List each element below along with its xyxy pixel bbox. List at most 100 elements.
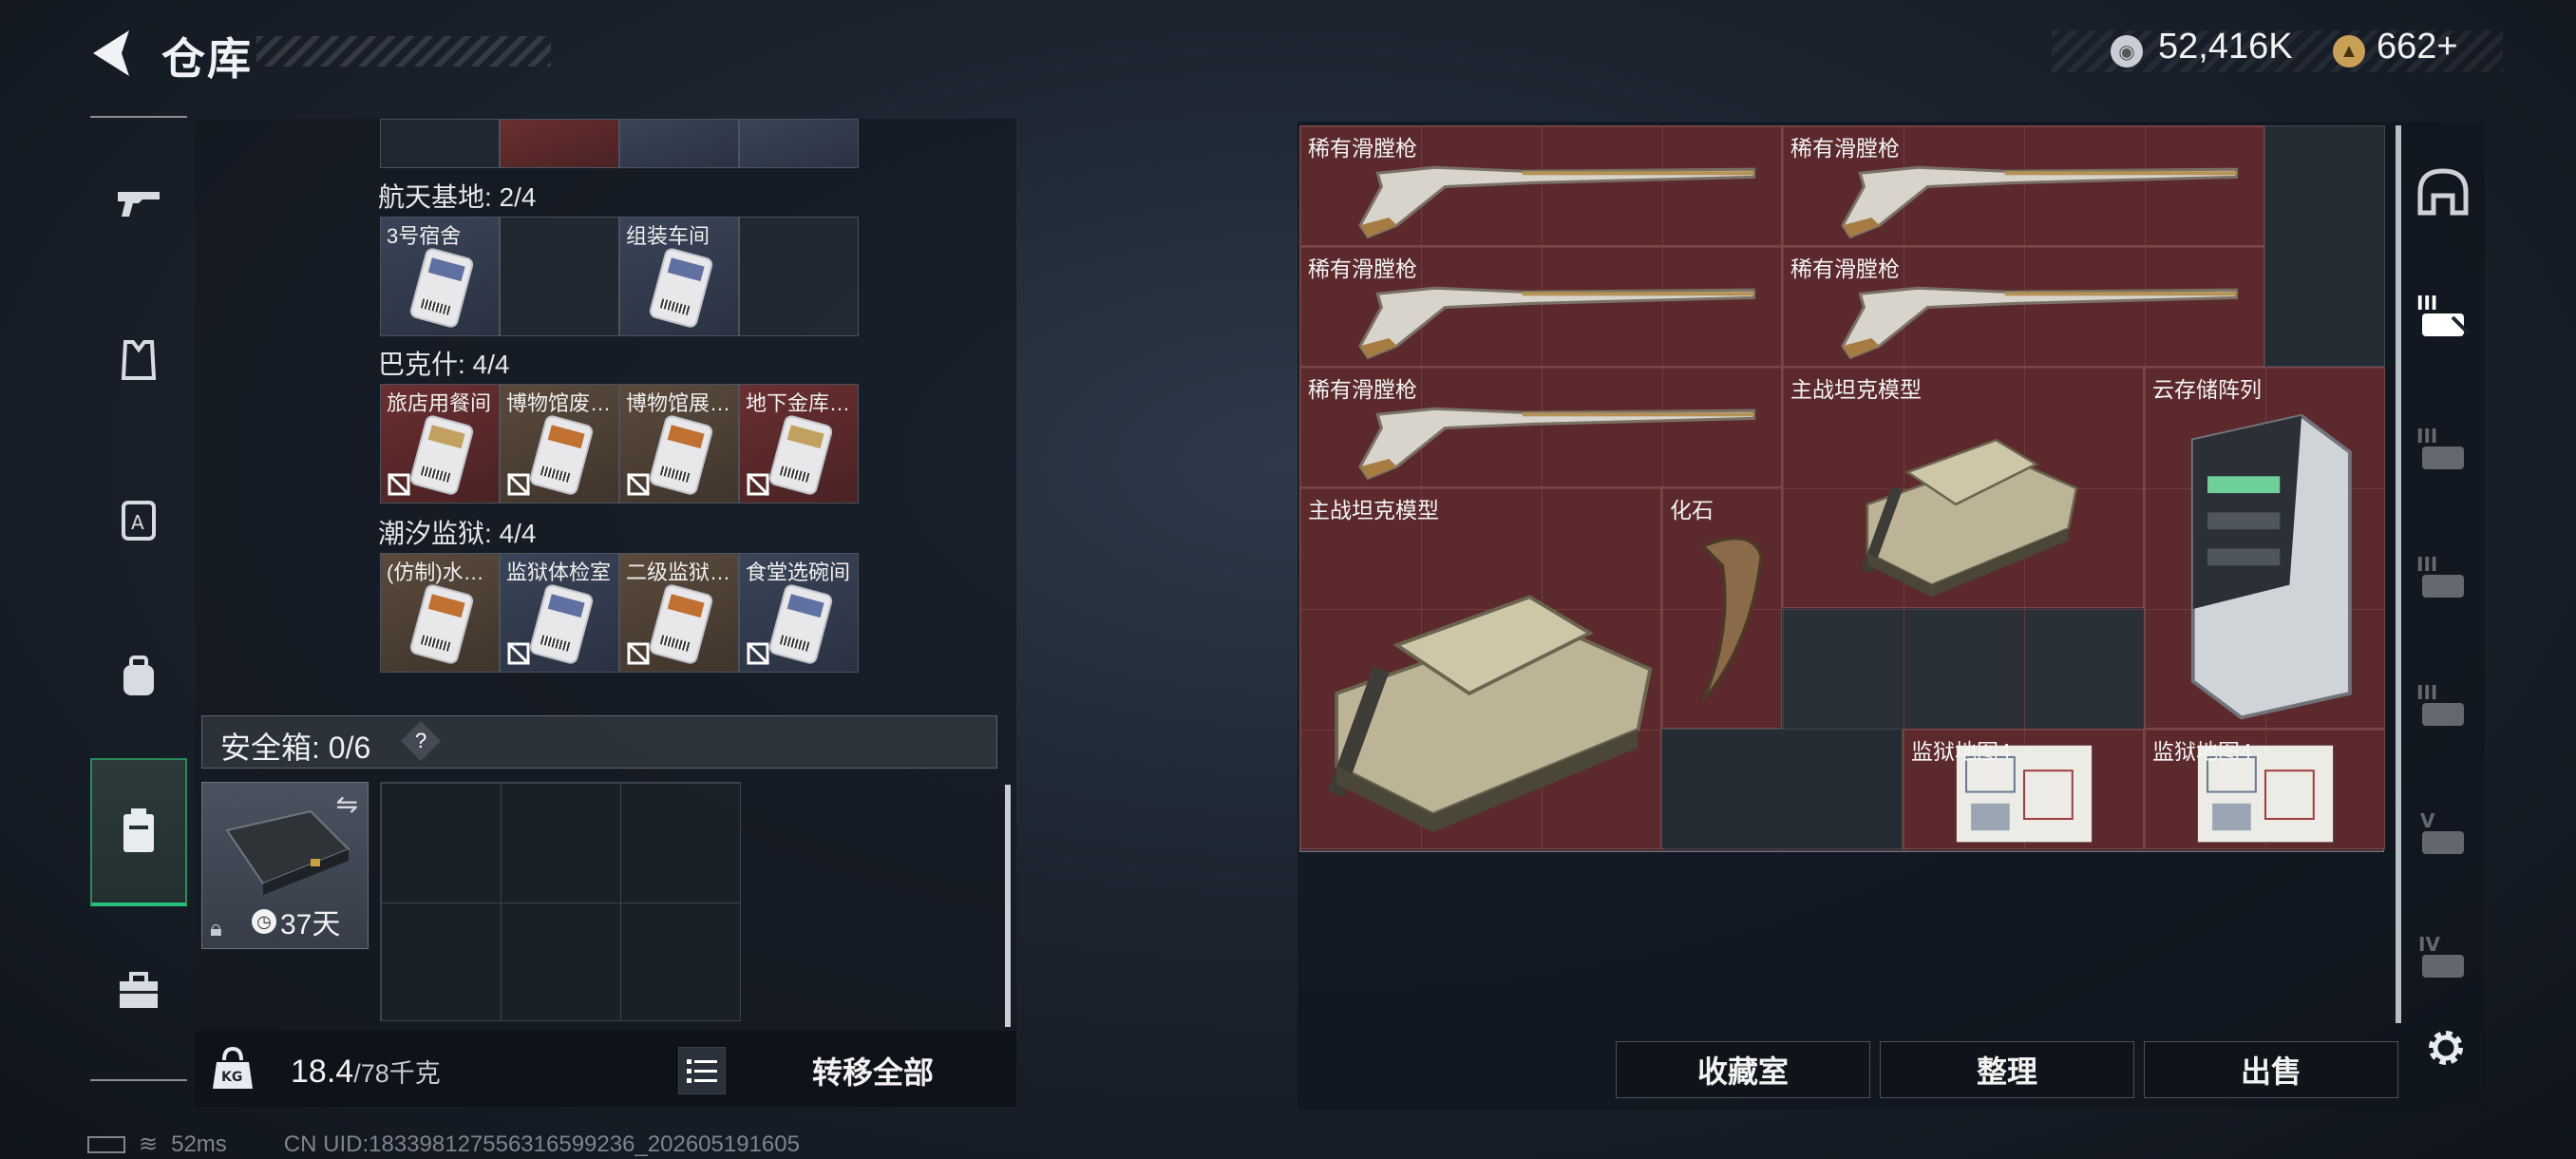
nav-toolbox[interactable] — [90, 943, 187, 1038]
keycard-label: 二级监狱… — [626, 560, 731, 584]
svg-text:A: A — [131, 511, 144, 534]
tier-4-tab[interactable]: IV — [2413, 926, 2473, 987]
keycard-slot[interactable]: 博物馆展… — [619, 384, 739, 504]
nav-safe-case[interactable] — [90, 758, 187, 906]
tier-5-tab[interactable]: V — [2413, 803, 2473, 864]
item-label: 主战坦克模型 — [1790, 377, 1922, 402]
tier-3-tab-d[interactable]: III — [2413, 674, 2473, 735]
safe-box-label: 安全箱: 0/6 — [220, 731, 371, 765]
inventory-item-gun[interactable]: 稀有滑膛枪 — [1782, 246, 2264, 367]
keycard-slot[interactable]: 博物馆废… — [500, 384, 619, 504]
case-duration: 37天 — [280, 909, 341, 940]
keycard-label: 组装车间 — [626, 224, 710, 248]
inventory-scrollbar[interactable] — [2396, 125, 2401, 1023]
empty-slot[interactable] — [739, 217, 859, 336]
nav-weapons[interactable] — [90, 156, 187, 251]
empty-grid-cell[interactable] — [1661, 729, 1903, 849]
partial-slot[interactable] — [380, 119, 500, 168]
partial-slot[interactable] — [739, 119, 859, 168]
partial-slot[interactable] — [619, 119, 739, 168]
keycard-slot[interactable]: 监狱体检室 — [500, 553, 619, 673]
keycard-icon — [650, 249, 712, 327]
keycard-icon — [769, 585, 832, 663]
gold-amount[interactable]: 662+ — [2377, 27, 2458, 67]
keycard-label: 食堂选碗间 — [746, 560, 851, 584]
list-view-button[interactable] — [678, 1047, 726, 1094]
inventory-item-tank[interactable]: 主战坦克模型 — [1782, 367, 2144, 608]
nav-armor[interactable] — [90, 314, 187, 408]
inventory-item-gun[interactable]: 稀有滑膛枪 — [1299, 246, 1782, 367]
no-transfer-icon — [506, 472, 531, 497]
keycard-slot[interactable]: (仿制)水… — [380, 553, 500, 673]
left-scrollbar[interactable] — [1005, 785, 1011, 1027]
rig-tier-4-icon: IV — [2418, 933, 2464, 978]
keycard-label: 博物馆展… — [626, 391, 731, 415]
rig-tier-3-icon: III — [2416, 553, 2464, 598]
item-label: 化石 — [1670, 498, 1714, 522]
rig-tier-3-icon: III — [2416, 425, 2464, 469]
nav-bag[interactable] — [90, 629, 187, 724]
sell-button[interactable]: 出售 — [2144, 1041, 2398, 1098]
keycard-slot[interactable]: 3号宿舍 — [380, 217, 500, 336]
group-label: 潮汐监狱: 4/4 — [378, 519, 537, 548]
keycard-slot[interactable]: 组装车间 — [619, 217, 739, 336]
keycard-slot[interactable]: 食堂选碗间 — [739, 553, 859, 673]
svg-text:IV: IV — [2418, 933, 2440, 956]
item-label: 监狱地图4 — [2152, 739, 2252, 764]
helmet-icon — [2417, 168, 2469, 216]
partial-slot[interactable] — [500, 119, 619, 168]
inventory-item-gun[interactable]: 稀有滑膛枪 — [1782, 125, 2264, 246]
tank-model-icon — [1327, 595, 1653, 832]
status-bar: ≋ 52ms CN UID:1833981275563165992​36_202… — [87, 1130, 800, 1158]
tier-3-tab-b[interactable]: III — [2413, 418, 2473, 479]
keycard-label: 监狱体检室 — [506, 560, 612, 584]
item-label: 稀有滑膛枪 — [1308, 256, 1417, 281]
gear-icon[interactable] — [2422, 1024, 2470, 1072]
lock-icon: 🔒︎ — [210, 916, 222, 941]
tier-3-tab-active[interactable]: III — [2413, 285, 2473, 346]
keycard-icon — [410, 585, 473, 663]
uid-text: CN UID:1833981275563165992​36_2026051916… — [283, 1130, 800, 1157]
keycard-label: 旅店用餐间 — [387, 391, 492, 415]
vest-icon — [121, 340, 157, 380]
item-label: 监狱地图4 — [1911, 739, 2011, 764]
inventory-item-tank[interactable]: 主战坦克模型 — [1299, 487, 1661, 849]
keycard-label: (仿制)水… — [387, 560, 484, 584]
transfer-all-button[interactable]: 转移全部 — [745, 1039, 1001, 1102]
helmet-tab[interactable] — [2413, 162, 2473, 222]
silver-coin-icon: ◉ — [2111, 35, 2143, 67]
empty-grid-cell[interactable] — [2264, 125, 2385, 367]
safe-case-slot[interactable]: ⇋ 🔒︎ ◷ 37天 — [201, 782, 369, 949]
item-label: 云存储阵列 — [2152, 377, 2262, 402]
keycard-slot[interactable]: 旅店用餐间 — [380, 384, 500, 504]
back-arrow-icon[interactable] — [87, 27, 135, 80]
inventory-item-gun[interactable]: 稀有滑膛枪 — [1299, 125, 1782, 246]
inventory-item-server[interactable]: 云存储阵列 — [2144, 367, 2385, 729]
inventory-item-fossil[interactable]: 化石 — [1661, 487, 1782, 729]
collection-room-button[interactable]: 收藏室 — [1616, 1041, 1870, 1098]
inventory-item-map[interactable]: 监狱地图4 — [2144, 729, 2385, 849]
sort-button[interactable]: 整理 — [1880, 1041, 2134, 1098]
title-decoration — [256, 36, 551, 66]
swap-icon[interactable]: ⇋ — [336, 788, 358, 820]
battery-icon — [87, 1135, 125, 1153]
weight-max: /78千克 — [353, 1059, 441, 1088]
nav-backpack[interactable]: A — [90, 470, 187, 565]
gold-coin-icon: ▲ — [2333, 35, 2365, 67]
silver-amount: 52,416K — [2158, 27, 2293, 66]
weight-icon: KG — [213, 1046, 253, 1089]
tier-3-tab-c[interactable]: III — [2413, 546, 2473, 607]
keycard-slot[interactable]: 二级监狱… — [619, 553, 739, 673]
no-transfer-icon — [746, 641, 770, 666]
fossil-claw-icon — [1700, 537, 1763, 702]
safe-case-grid[interactable] — [380, 782, 741, 1021]
empty-slot[interactable] — [500, 217, 619, 336]
category-nav — [90, 116, 187, 1081]
inventory-item-map[interactable]: 监狱地图4 — [1903, 729, 2144, 849]
keycard-slot[interactable]: 地下金库… — [739, 384, 859, 504]
keycard-icon — [530, 416, 593, 494]
no-transfer-icon — [387, 472, 411, 497]
svg-text:III: III — [2416, 681, 2437, 704]
keycard-icon — [650, 585, 712, 663]
inventory-item-gun[interactable]: 稀有滑膛枪 — [1299, 367, 1782, 487]
